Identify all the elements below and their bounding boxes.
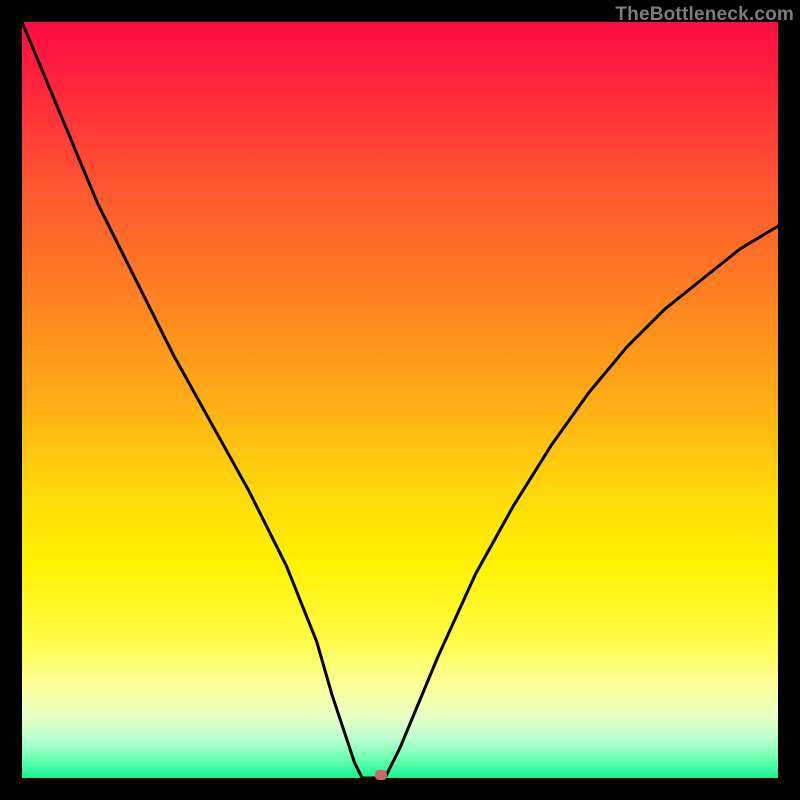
bottleneck-curve (22, 22, 778, 778)
chart-frame: TheBottleneck.com (0, 0, 800, 800)
plot-area (22, 22, 778, 778)
optimum-marker (375, 770, 387, 780)
curve-svg (22, 22, 778, 778)
